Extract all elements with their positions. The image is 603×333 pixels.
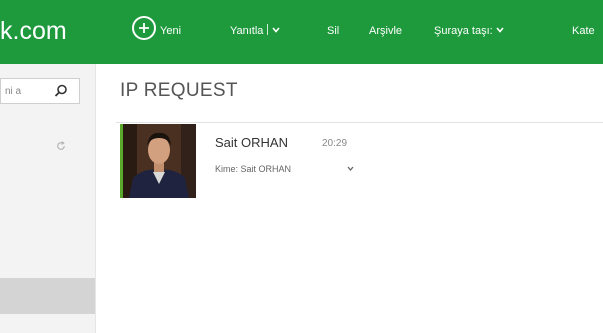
search-box[interactable] xyxy=(0,78,80,104)
reply-button[interactable]: Yanıtla xyxy=(230,24,281,38)
reply-label: Yanıtla xyxy=(230,25,264,37)
new-plus-icon[interactable] xyxy=(132,16,156,40)
header-divider xyxy=(116,122,603,123)
move-to-button[interactable]: Şuraya taşı: xyxy=(434,24,504,38)
chevron-down-icon[interactable] xyxy=(272,27,281,33)
new-button[interactable]: Yeni xyxy=(160,24,181,38)
refresh-icon[interactable] xyxy=(56,141,66,151)
delete-button[interactable]: Sil xyxy=(327,24,339,38)
top-command-bar: k.com Yeni Yanıtla Sil Arşivle Şuraya ta… xyxy=(0,0,603,64)
archive-button[interactable]: Arşivle xyxy=(369,24,402,38)
chevron-down-icon xyxy=(496,27,504,33)
message-time: 20:29 xyxy=(322,138,348,149)
sender-name[interactable]: Sait ORHAN xyxy=(215,135,288,151)
app-brand[interactable]: k.com xyxy=(0,16,67,46)
reply-separator xyxy=(267,24,269,35)
recipient-line: Kime: Sait ORHAN xyxy=(215,164,292,174)
sender-avatar[interactable] xyxy=(123,124,196,198)
selected-folder-item[interactable] xyxy=(0,278,95,314)
search-input[interactable] xyxy=(1,79,55,103)
search-icon[interactable] xyxy=(54,84,68,98)
folder-sidebar xyxy=(0,64,96,333)
chevron-down-icon[interactable] xyxy=(347,166,354,172)
move-to-label: Şuraya taşı: xyxy=(434,25,493,37)
message-subject: IP REQUEST xyxy=(120,80,238,101)
categories-button[interactable]: Kate xyxy=(572,24,595,38)
